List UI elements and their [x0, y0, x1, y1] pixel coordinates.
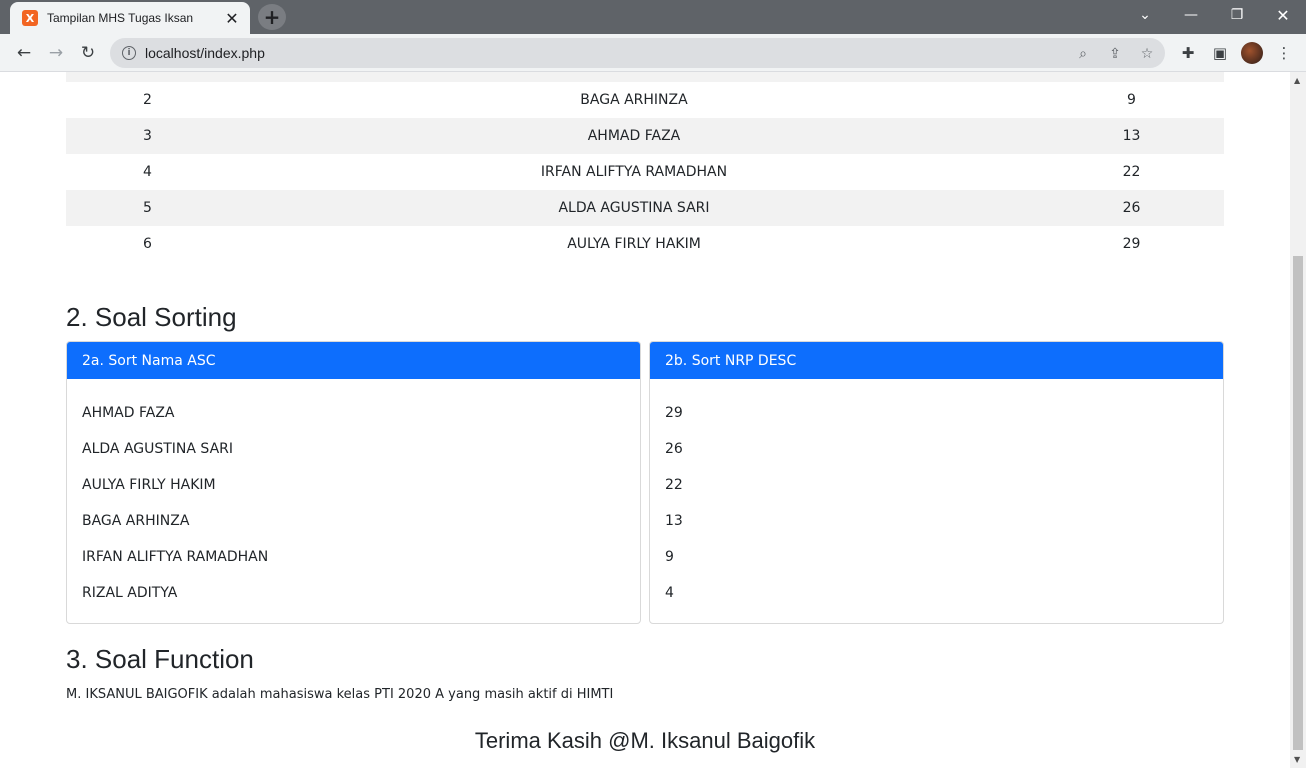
- side-panel-icon[interactable]: ▣: [1210, 43, 1230, 63]
- thanks-footer: Terima Kasih @M. Iksanul Baigofik: [474, 728, 816, 753]
- scroll-up-icon[interactable]: ▲: [1294, 76, 1300, 85]
- cell-no: 6: [143, 236, 152, 252]
- sort-asc-card: 2a. Sort Nama ASC AHMAD FAZA ALDA AGUSTI…: [66, 341, 641, 624]
- cell-no: 3: [66, 118, 229, 154]
- sort-desc-card: 2b. Sort NRP DESC 29 26 22 13 9 4: [649, 341, 1224, 624]
- new-tab-button[interactable]: +: [258, 4, 286, 30]
- back-arrow-icon[interactable]: ←: [12, 41, 36, 65]
- list-item: RIZAL ADITYA: [82, 585, 178, 601]
- zoom-icon[interactable]: ⌕: [1074, 45, 1092, 63]
- page-scrollbar[interactable]: ▲ ▼: [1290, 72, 1306, 768]
- bookmark-star-icon[interactable]: ☆: [1138, 45, 1156, 63]
- table-row: 2 BAGA ARHINZA 9: [66, 82, 1224, 118]
- close-window-button[interactable]: ✕: [1260, 0, 1306, 30]
- cell-nrp: 29: [1122, 236, 1141, 252]
- list-item: 22: [665, 477, 683, 493]
- minimize-button[interactable]: —: [1168, 0, 1214, 30]
- list-item: 13: [665, 513, 683, 529]
- sorting-cards: 2a. Sort Nama ASC AHMAD FAZA ALDA AGUSTI…: [66, 341, 1224, 624]
- function-heading: 3. Soal Function: [66, 644, 254, 674]
- list-item: AHMAD FAZA: [82, 405, 175, 421]
- scrollbar-thumb[interactable]: [1293, 256, 1303, 750]
- address-bar[interactable]: i localhost/index.php ⌕ ⇪ ☆: [110, 38, 1165, 68]
- reload-icon[interactable]: ↻: [76, 41, 100, 65]
- table-row-partial: [66, 72, 1224, 82]
- student-table: 2 BAGA ARHINZA 9 3 AHMAD FAZA 13 4 IRFAN…: [66, 82, 1224, 262]
- cell-nama: BAGA ARHINZA: [580, 92, 688, 108]
- xampp-favicon-icon: X: [22, 10, 38, 26]
- forward-arrow-icon[interactable]: →: [44, 41, 68, 65]
- list-item: 4: [665, 585, 674, 601]
- cell-no: 5: [66, 190, 229, 226]
- table-row: 5 ALDA AGUSTINA SARI 26: [66, 190, 1224, 226]
- table-row: 4 IRFAN ALIFTYA RAMADHAN 22: [66, 154, 1224, 190]
- scroll-down-icon[interactable]: ▼: [1294, 755, 1300, 764]
- tab-strip: X Tampilan MHS Tugas Iksan ✕ + ⌄ — ❐ ✕: [0, 0, 1306, 34]
- list-item: 29: [665, 405, 683, 421]
- function-text: M. IKSANUL BAIGOFIK adalah mahasiswa kel…: [66, 687, 614, 702]
- list-item: BAGA ARHINZA: [82, 513, 190, 529]
- cell-no: 2: [143, 92, 152, 108]
- browser-tab[interactable]: X Tampilan MHS Tugas Iksan ✕: [10, 2, 250, 34]
- tab-search-chevron-icon[interactable]: ⌄: [1122, 0, 1168, 30]
- cell-nama: IRFAN ALIFTYA RAMADHAN: [540, 164, 728, 180]
- sort-asc-list: AHMAD FAZA ALDA AGUSTINA SARI AULYA FIRL…: [67, 379, 640, 611]
- table-row: 6 AULYA FIRLY HAKIM 29: [66, 226, 1224, 262]
- menu-kebab-icon[interactable]: ⋮: [1274, 43, 1294, 63]
- cell-nrp: 9: [1127, 92, 1136, 108]
- content-container: 2 BAGA ARHINZA 9 3 AHMAD FAZA 13 4 IRFAN…: [66, 72, 1224, 702]
- sort-asc-header: 2a. Sort Nama ASC: [67, 342, 640, 379]
- site-info-icon[interactable]: i: [122, 46, 136, 60]
- profile-avatar[interactable]: [1241, 42, 1263, 64]
- list-item: AULYA FIRLY HAKIM: [82, 477, 216, 493]
- sorting-heading: 2. Soal Sorting: [66, 302, 237, 332]
- tab-title: Tampilan MHS Tugas Iksan: [47, 11, 194, 25]
- cell-nama: ALDA AGUSTINA SARI: [229, 190, 1039, 226]
- sort-desc-list: 29 26 22 13 9 4: [650, 379, 1223, 611]
- cell-nama: AHMAD FAZA: [229, 118, 1039, 154]
- extensions-puzzle-icon[interactable]: ✚: [1178, 43, 1198, 63]
- restore-button[interactable]: ❐: [1214, 0, 1260, 30]
- url-text: localhost/index.php: [145, 45, 265, 61]
- cell-no: 4: [143, 164, 152, 180]
- sort-desc-header: 2b. Sort NRP DESC: [650, 342, 1223, 379]
- cell-nrp: 13: [1039, 118, 1224, 154]
- page-viewport: 2 BAGA ARHINZA 9 3 AHMAD FAZA 13 4 IRFAN…: [0, 72, 1290, 768]
- cell-nrp: 26: [1039, 190, 1224, 226]
- close-tab-icon[interactable]: ✕: [222, 8, 242, 28]
- cell-nrp: 22: [1122, 164, 1141, 180]
- list-item: ALDA AGUSTINA SARI: [82, 441, 234, 457]
- table-row: 3 AHMAD FAZA 13: [66, 118, 1224, 154]
- cell-nama: AULYA FIRLY HAKIM: [567, 236, 701, 252]
- share-icon[interactable]: ⇪: [1106, 45, 1124, 63]
- list-item: 9: [665, 549, 674, 565]
- list-item: IRFAN ALIFTYA RAMADHAN: [82, 549, 269, 565]
- browser-toolbar: ← → ↻ i localhost/index.php ⌕ ⇪ ☆ ✚ ▣ ⋮: [0, 34, 1306, 72]
- list-item: 26: [665, 441, 683, 457]
